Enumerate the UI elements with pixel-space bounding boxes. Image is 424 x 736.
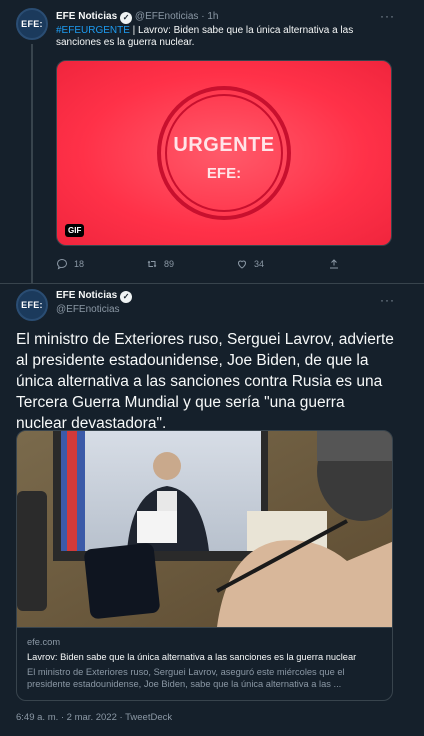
more-icon[interactable]: ··· — [380, 9, 395, 23]
share-icon — [330, 259, 338, 269]
verified-icon: ✓ — [120, 290, 133, 303]
tweet-header: EFE Noticias ✓ @EFEnoticias · 1h — [56, 11, 219, 24]
thread-line — [31, 44, 33, 284]
share-button[interactable] — [328, 258, 340, 270]
card-domain: efe.com — [27, 637, 61, 647]
handle[interactable]: @EFEnoticias — [135, 11, 199, 22]
tweet-actions: 18 89 34 — [56, 258, 356, 272]
avatar[interactable]: EFE: — [16, 8, 48, 40]
avatar[interactable]: EFE: — [16, 289, 48, 321]
hashtag-link[interactable]: #EFEURGENTE — [56, 25, 130, 36]
verified-icon: ✓ — [120, 11, 133, 24]
retweet-icon — [147, 260, 157, 268]
timestamp[interactable]: 1h — [207, 11, 218, 22]
tweet-text: #EFEURGENTE | Lavrov: Biden sabe que la … — [56, 25, 354, 48]
display-name[interactable]: EFE Noticias ✓ — [56, 290, 133, 303]
retweet-button[interactable]: 89 — [146, 258, 174, 270]
gif-media[interactable]: URGENTE EFE: GIF — [56, 60, 392, 246]
tweet-timestamp[interactable]: 6:49 a. m. · 2 mar. 2022 · TweetDeck — [16, 712, 172, 723]
card-description: El ministro de Exteriores ruso, Serguei … — [27, 667, 345, 689]
tweet-urgent[interactable]: EFE: EFE Noticias ✓ @EFEnoticias · 1h ···… — [0, 0, 424, 284]
reply-button[interactable]: 18 — [56, 258, 84, 270]
card-title: Lavrov: Biden sabe que la única alternat… — [27, 652, 357, 662]
handle[interactable]: @EFEnoticias — [56, 304, 120, 315]
more-icon[interactable]: ··· — [380, 293, 395, 307]
tweet-main[interactable]: EFE: EFE Noticias ✓ @EFEnoticias ··· El m… — [0, 285, 424, 736]
display-name[interactable]: EFE Noticias — [56, 11, 117, 22]
tweet-text: El ministro de Exteriores ruso, Serguei … — [16, 331, 394, 432]
like-button[interactable]: 34 — [236, 258, 264, 270]
gif-badge: GIF — [65, 224, 85, 237]
card-image — [17, 431, 392, 627]
link-card[interactable]: efe.com Lavrov: Biden sabe que la única … — [16, 430, 393, 701]
card-meta: efe.com Lavrov: Biden sabe que la única … — [17, 627, 392, 700]
reply-icon — [56, 258, 68, 270]
like-icon — [237, 260, 247, 269]
urgent-stamp: URGENTE EFE: — [157, 86, 291, 220]
